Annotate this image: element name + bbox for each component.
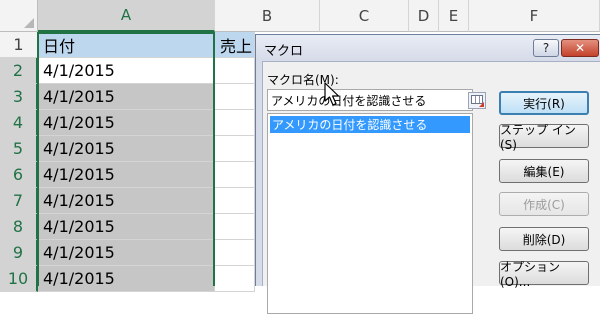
row-header-3[interactable]: 3: [0, 84, 38, 110]
column-header-b[interactable]: B: [215, 0, 320, 32]
step-into-button[interactable]: ステップ イン(S): [499, 123, 589, 152]
cell-a10[interactable]: 4/1/2015: [38, 266, 215, 292]
cell-b6[interactable]: [215, 162, 255, 188]
cell-b4[interactable]: [215, 110, 255, 136]
select-all-corner[interactable]: [0, 0, 38, 32]
cell-a7[interactable]: 4/1/2015: [38, 188, 215, 214]
cell-a3[interactable]: 4/1/2015: [38, 84, 215, 110]
range-select-icon[interactable]: [468, 92, 486, 109]
column-header-a[interactable]: A: [38, 0, 215, 32]
column-header-d[interactable]: D: [409, 0, 439, 32]
macro-list[interactable]: アメリカの日付を認識させる: [267, 113, 473, 314]
run-button[interactable]: 実行(R): [499, 91, 589, 115]
row-header-8[interactable]: 8: [0, 214, 38, 240]
options-button[interactable]: オプション(O)...: [499, 260, 589, 289]
cell-b9[interactable]: [215, 240, 255, 266]
cell-a5[interactable]: 4/1/2015: [38, 136, 215, 162]
row-header-10[interactable]: 10: [0, 266, 38, 292]
delete-button[interactable]: 削除(D): [499, 227, 589, 251]
dialog-title: マクロ: [264, 44, 304, 59]
macro-name-label: マクロ名(M):: [267, 73, 339, 87]
row-header-6[interactable]: 6: [0, 162, 38, 188]
cell-a8[interactable]: 4/1/2015: [38, 214, 215, 240]
help-button[interactable]: ?: [533, 39, 559, 57]
row-header-1[interactable]: 1: [0, 32, 38, 58]
cell-b2[interactable]: [215, 58, 255, 84]
row-header-7[interactable]: 7: [0, 188, 38, 214]
create-button[interactable]: 作成(C): [499, 192, 589, 216]
cell-b10[interactable]: [215, 266, 255, 292]
close-button[interactable]: ✕: [561, 39, 599, 57]
macro-list-item[interactable]: アメリカの日付を認識させる: [270, 116, 470, 133]
row-header-9[interactable]: 9: [0, 240, 38, 266]
cell-b8[interactable]: [215, 214, 255, 240]
column-header-e[interactable]: E: [439, 0, 469, 32]
cell-b1[interactable]: 売上: [215, 32, 255, 58]
row-header-2[interactable]: 2: [0, 58, 38, 84]
row-header-4[interactable]: 4: [0, 110, 38, 136]
cell-b3[interactable]: [215, 84, 255, 110]
macro-dialog: マクロ ? ✕ マクロ名(M): アメリカの日付を認識させる アメリカの日付を認…: [255, 34, 600, 314]
dialog-client: マクロ名(M): アメリカの日付を認識させる アメリカの日付を認識させる 実行(…: [262, 61, 600, 314]
column-header-c[interactable]: C: [320, 0, 409, 32]
cell-a9[interactable]: 4/1/2015: [38, 240, 215, 266]
cell-a4[interactable]: 4/1/2015: [38, 110, 215, 136]
cell-b7[interactable]: [215, 188, 255, 214]
cell-a2[interactable]: 4/1/2015: [38, 58, 215, 84]
column-header-f[interactable]: F: [469, 0, 600, 32]
cell-a1[interactable]: 日付: [38, 32, 215, 58]
macro-name-input[interactable]: アメリカの日付を認識させる: [267, 89, 473, 111]
row-header-5[interactable]: 5: [0, 136, 38, 162]
dialog-titlebar[interactable]: マクロ ? ✕: [256, 35, 600, 61]
cell-b5[interactable]: [215, 136, 255, 162]
cell-a6[interactable]: 4/1/2015: [38, 162, 215, 188]
edit-button[interactable]: 編集(E): [499, 159, 589, 183]
